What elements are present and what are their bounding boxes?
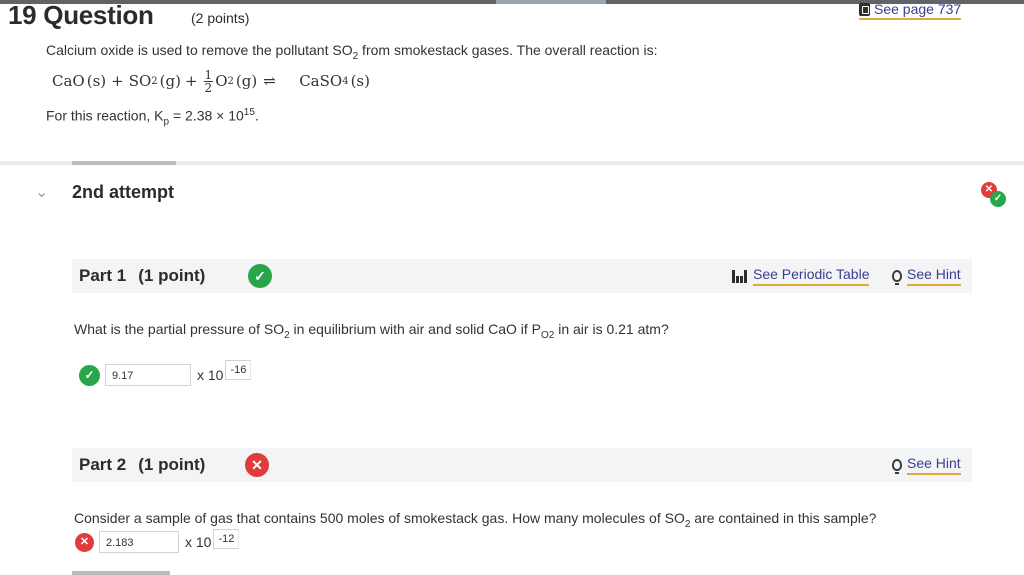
part1-exponent-input[interactable]: -16 (225, 360, 252, 380)
times-ten-label: x 10 (185, 534, 212, 550)
part2-title: Part 2 (1 point) (79, 455, 206, 474)
part1-answer-input[interactable]: 9.17 (105, 364, 191, 386)
correct-icon: ✓ (990, 191, 1006, 207)
attempt-label[interactable]: 2nd attempt (72, 182, 174, 203)
see-page-link[interactable]: See page 737 (859, 1, 962, 20)
question-word: Question (43, 0, 154, 30)
lightbulb-icon (892, 270, 902, 285)
question-title: 19 Question (8, 0, 154, 31)
part2-hint-link[interactable]: See Hint (892, 455, 961, 475)
question-number: 19 (8, 0, 37, 30)
section-divider (0, 161, 1024, 165)
ebook-icon (859, 2, 870, 16)
times-ten-label: x 10 (197, 367, 224, 383)
bottom-divider-highlight (72, 571, 170, 575)
part2-answer-row: ✕ 2.183 x 10 -12 (75, 529, 240, 553)
periodic-table-icon (732, 269, 748, 283)
part2-incorrect-icon: ✕ (245, 453, 269, 477)
part1-hint-link[interactable]: See Hint (892, 266, 961, 286)
question-points: (2 points) (191, 10, 250, 26)
equilibrium-arrow-icon: ⇌ (263, 72, 276, 90)
part2-question: Consider a sample of gas that contains 5… (74, 510, 877, 530)
part1-title: Part 1 (1 point) (79, 266, 206, 285)
answer-correct-icon: ✓ (79, 364, 100, 386)
top-border-highlight (496, 0, 606, 4)
lightbulb-icon (892, 459, 902, 474)
divider-highlight (72, 161, 176, 165)
question-stem: Calcium oxide is used to remove the poll… (46, 42, 658, 62)
answer-incorrect-icon: ✕ (75, 532, 94, 552)
part2-answer-input[interactable]: 2.183 (99, 531, 179, 553)
one-half-fraction: 1 2 (203, 67, 214, 95)
part1-question: What is the partial pressure of SO2 in e… (74, 321, 669, 341)
part2-exponent-input[interactable]: -12 (213, 529, 240, 549)
part2-header: Part 2 (1 point) ✕ See Hint (72, 448, 972, 482)
attempt-status-icon: ✕ ✓ (981, 182, 1007, 208)
reaction-equation: CaO (s) + SO 2 (g) + 1 2 O2 (g) ⇌ CaSO 4 (… (52, 67, 370, 95)
part1-correct-icon: ✓ (248, 264, 272, 288)
collapse-chevron-icon[interactable]: ⌄ (35, 182, 48, 202)
periodic-table-link[interactable]: See Periodic Table (732, 266, 870, 286)
kp-statement: For this reaction, Kp = 2.38 × 1015. (46, 107, 259, 128)
part1-answer-row: ✓ 9.17 x 10 -16 (79, 360, 252, 386)
see-page-label: See page 737 (874, 1, 962, 17)
part1-header: Part 1 (1 point) ✓ See Periodic Table See… (72, 259, 972, 293)
